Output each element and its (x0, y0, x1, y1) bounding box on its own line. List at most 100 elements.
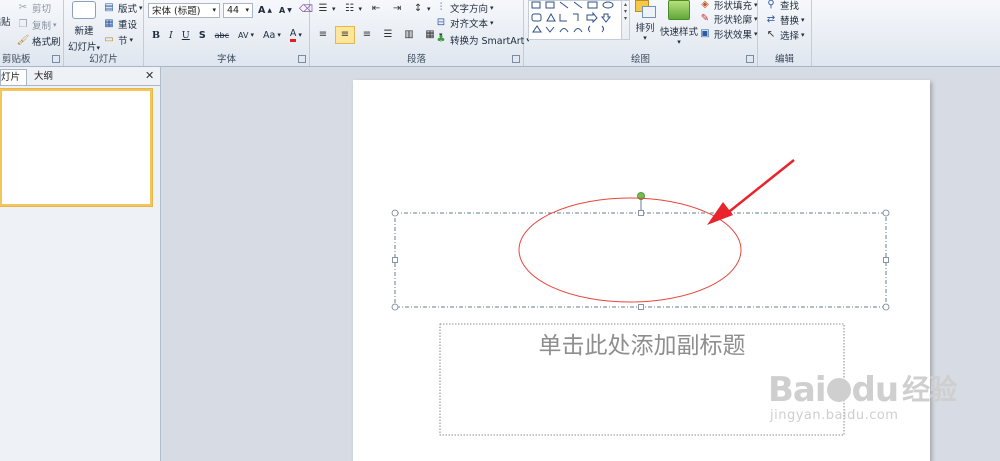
shapes-gallery-icons (531, 1, 614, 33)
tab-outline[interactable]: 大纲 (28, 69, 59, 84)
paste-button[interactable]: 粘贴 (0, 14, 12, 28)
format-painter-button[interactable]: 🖌 格式刷 (14, 33, 63, 49)
font-color-button[interactable]: A ▾ (288, 27, 304, 43)
cursor-icon: ↖ (766, 29, 776, 40)
decrease-indent-button[interactable]: ⇤ (367, 1, 385, 17)
shapes-gallery[interactable] (528, 0, 622, 40)
shadow-button[interactable]: S (197, 27, 208, 43)
new-slide-button[interactable]: 新建 幻灯片▾ (66, 1, 102, 53)
justify-button[interactable]: ☰ (379, 27, 397, 43)
copy-button[interactable]: ❐ 复制 ▾ (14, 17, 59, 33)
resize-handle-sw[interactable] (391, 303, 399, 311)
resize-handles[interactable] (391, 209, 890, 311)
tab-divider (0, 85, 160, 86)
font-launcher-icon[interactable] (298, 55, 306, 63)
font-group: 宋体 (标题) ▾ 44 ▾ A ▲ A ▼ ⌫ B I U S abc AV ▾ A… (144, 0, 313, 66)
resize-handle-nw[interactable] (391, 209, 399, 217)
baidu-logo: Bai du 经验 (768, 370, 957, 410)
arrange-button[interactable]: 排列 ▾ (630, 0, 660, 42)
replace-icon: ⇄ (766, 14, 776, 25)
chevron-down-icon: ▾ (801, 31, 805, 39)
close-icon[interactable]: ✕ (145, 69, 154, 82)
slides-group: 新建 幻灯片▾ ▤ 版式 ▾ ▦ 重设 ▭ 节 ▾ 幻灯片 (64, 0, 144, 66)
resize-handle-s[interactable] (638, 304, 644, 310)
subtitle-placeholder-text[interactable]: 单击此处添加副标题 (440, 326, 844, 360)
bullets-button[interactable]: ☰ ▾ (314, 1, 338, 17)
smartart-icon: ♣ (436, 34, 446, 45)
editing-group: ⚲ 查找 ⇄ 替换 ▾ ↖ 选择 ▾ 编辑 (758, 0, 812, 66)
chevron-down-icon: ▾ (129, 36, 134, 44)
convert-smartart-button[interactable]: ♣ 转换为 SmartArt ▾ (432, 32, 532, 48)
align-text-button[interactable]: ⊟ 对齐文本 ▾ (432, 15, 496, 31)
shape-outline-button[interactable]: ✎ 形状轮廓 ▾ (696, 11, 760, 27)
quick-styles-icon (668, 0, 690, 20)
paragraph-launcher-icon[interactable] (512, 55, 520, 63)
decrease-indent-icon: ⇤ (371, 3, 381, 14)
resize-handle-e[interactable] (883, 257, 889, 263)
section-button[interactable]: ▭ 节 ▾ (100, 32, 135, 48)
font-size-select[interactable]: 44 ▾ (223, 2, 253, 18)
align-center-button[interactable]: ≡ (335, 26, 355, 44)
new-slide-label: 新建 (74, 26, 94, 37)
align-left-button[interactable]: ≡ (314, 27, 332, 43)
baidu-watermark-url: jingyan.baidu.com (770, 408, 899, 423)
font-name-select[interactable]: 宋体 (标题) ▾ (148, 2, 220, 18)
chevron-down-icon: ▾ (332, 5, 336, 13)
select-button[interactable]: ↖ 选择 ▾ (762, 27, 807, 43)
quick-styles-button[interactable]: 快速样式 ▾ (658, 0, 700, 46)
new-slide-icon (72, 1, 96, 19)
grow-font-button[interactable]: A ▲ (256, 2, 274, 18)
align-left-icon: ≡ (318, 29, 328, 40)
chevron-down-icon: ▾ (490, 4, 494, 12)
underline-button[interactable]: U (180, 27, 192, 43)
align-right-button[interactable]: ≡ (358, 27, 376, 43)
tab-slides[interactable]: 灯片 (0, 69, 28, 85)
resize-handle-ne[interactable] (882, 209, 890, 217)
font-group-label: 字体 (216, 54, 236, 65)
drawing-group-label: 绘图 (630, 54, 650, 65)
chevron-down-icon: ▾ (250, 31, 254, 39)
line-spacing-button[interactable]: ↕ ▾ (409, 1, 433, 17)
editing-group-label: 编辑 (774, 54, 794, 65)
italic-button[interactable]: I (167, 27, 175, 43)
replace-button[interactable]: ⇄ 替换 ▾ (762, 12, 807, 28)
increase-indent-button[interactable]: ⇥ (388, 1, 406, 17)
distributed-button[interactable]: ▥ (400, 27, 418, 43)
chevron-down-icon: ▾ (677, 38, 681, 46)
chevron-down-icon: ▾ (139, 4, 143, 12)
change-case-button[interactable]: Aa ▾ (261, 27, 283, 43)
align-text-label: 对齐文本 (450, 19, 489, 30)
clipboard-launcher-icon[interactable] (52, 55, 60, 63)
char-spacing-button[interactable]: AV ▾ (236, 27, 256, 43)
title-placeholder-frame[interactable] (394, 212, 887, 308)
reset-button[interactable]: ▦ 重设 (100, 16, 139, 32)
strikethrough-button[interactable]: abc (213, 27, 231, 43)
cut-button[interactable]: ✂ 剪切 (14, 0, 53, 16)
numbering-button[interactable]: ☷ ▾ (341, 1, 365, 17)
slide-thumbnail[interactable] (0, 89, 152, 206)
drawing-launcher-icon[interactable] (746, 55, 754, 63)
numbering-icon: ☷ (345, 3, 354, 14)
chevron-down-icon: ▾ (754, 15, 758, 23)
layout-button[interactable]: ▤ 版式 ▾ (100, 0, 145, 16)
slides-panel: 灯片 大纲 ✕ (0, 67, 161, 461)
resize-handle-w[interactable] (392, 257, 398, 263)
drawing-group: ▴ ▾ ▾ 排列 ▾ 快速样式 ▾ ◈ 形状填充 ▾ ✎ 形状轮廓 ▾ ▣ 形状… (524, 0, 758, 66)
align-text-icon: ⊟ (436, 17, 446, 28)
shape-effects-button[interactable]: ▣ 形状效果 ▾ (696, 26, 760, 42)
chevron-down-icon: ▾ (53, 21, 57, 29)
bold-button[interactable]: B (150, 27, 162, 43)
resize-handle-se[interactable] (882, 303, 890, 311)
chevron-down-icon: ▾ (277, 31, 281, 39)
ribbon: 粘贴 ✂ 剪切 ❐ 复制 ▾ 🖌 格式刷 剪贴板 新建 (0, 0, 1000, 67)
text-direction-button[interactable]: ⫶ 文字方向 ▾ (432, 0, 496, 16)
shapes-gallery-scroll[interactable]: ▴ ▾ ▾ (622, 0, 630, 40)
resize-handle-n[interactable] (638, 210, 644, 216)
chevron-down-icon: ▾ (801, 16, 805, 24)
shrink-font-button[interactable]: A ▼ (277, 2, 294, 18)
align-right-icon: ≡ (362, 29, 372, 40)
binoculars-icon: ⚲ (767, 0, 775, 10)
chevron-down-icon: ▾ (298, 31, 302, 39)
paste-label: 粘贴 (0, 17, 11, 28)
chevron-down-icon: ▾ (754, 30, 758, 38)
